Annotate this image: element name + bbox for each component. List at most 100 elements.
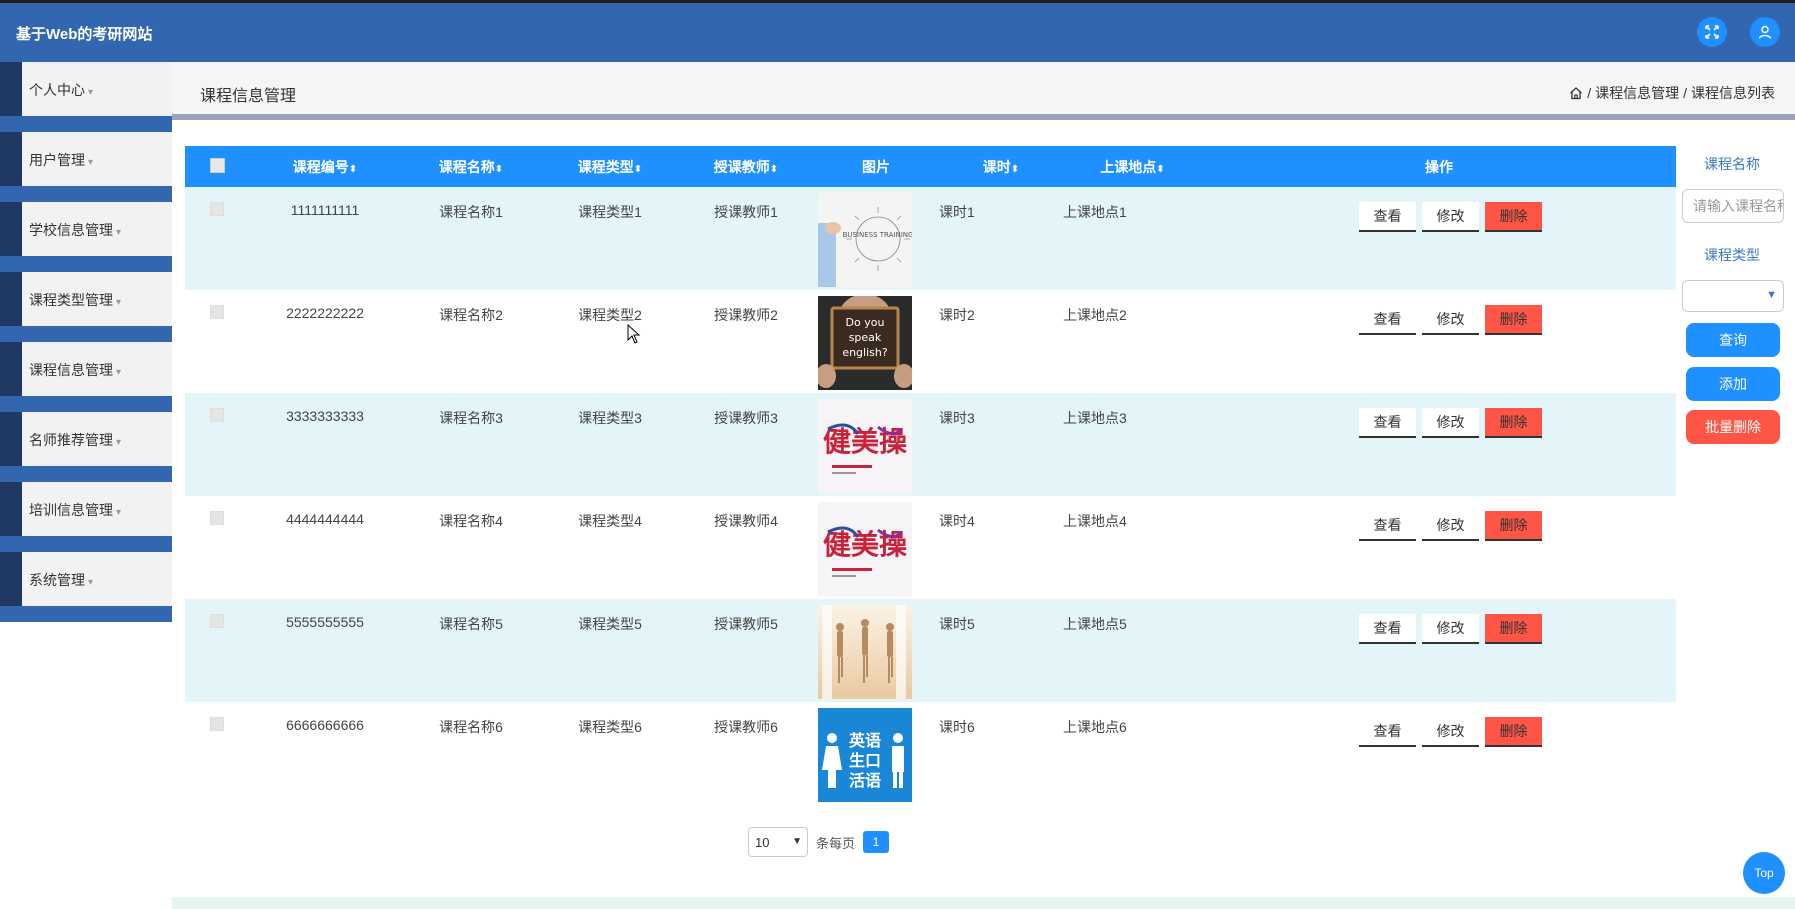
course-type-label: 课程类型 (1704, 247, 1760, 263)
page-size-value: 10 (755, 835, 770, 850)
view-button[interactable]: 查看 (1359, 305, 1416, 335)
chevron-down-icon: ▾ (88, 577, 94, 588)
cell-image (813, 599, 939, 702)
fullscreen-button[interactable] (1697, 17, 1727, 47)
svg-text:健美操: 健美操 (823, 425, 907, 458)
svg-text:speak: speak (849, 331, 882, 344)
delete-button[interactable]: 删除 (1485, 408, 1542, 438)
column-header[interactable]: 课程名称⬍ (401, 146, 541, 187)
sort-icon[interactable]: ⬍ (770, 164, 778, 175)
delete-button[interactable]: 删除 (1485, 202, 1542, 232)
edit-button[interactable]: 修改 (1422, 202, 1479, 232)
sort-icon[interactable]: ⬍ (1156, 164, 1164, 175)
cell-image: 健美操 (813, 496, 939, 599)
home-icon[interactable] (1569, 86, 1583, 100)
chevron-down-icon: ▾ (88, 87, 94, 98)
column-header[interactable]: 课时⬍ (939, 146, 1063, 187)
edit-button[interactable]: 修改 (1422, 408, 1479, 438)
edit-button[interactable]: 修改 (1422, 511, 1479, 541)
table-row: 2222222222 课程名称2 课程类型2 授课教师2 Do you spea… (185, 290, 1676, 393)
edit-button[interactable]: 修改 (1422, 614, 1479, 644)
edit-button[interactable]: 修改 (1422, 305, 1479, 335)
sidebar-item-system[interactable]: 系统管理 ▾ (22, 552, 172, 606)
delete-button[interactable]: 删除 (1485, 511, 1542, 541)
view-button[interactable]: 查看 (1359, 717, 1416, 747)
page-number-current[interactable]: 1 (863, 831, 890, 853)
cell-place: 上课地点4 (1063, 496, 1202, 599)
course-name-input[interactable]: 请输入课程名称 (1682, 189, 1784, 223)
table-row: 1111111111 课程名称1 课程类型1 授课教师1 BUSINESS TR… (185, 187, 1676, 290)
cell-course-id: 2222222222 (249, 290, 401, 393)
row-checkbox[interactable] (210, 511, 224, 525)
column-header[interactable]: 上课地点⬍ (1063, 146, 1202, 187)
course-name-label: 课程名称 (1704, 156, 1760, 172)
back-to-top-button[interactable]: Top (1743, 852, 1785, 894)
svg-text:BUSINESS TRAINING: BUSINESS TRAINING (843, 231, 912, 239)
menu-divider (0, 536, 172, 552)
course-thumbnail-calligraphy[interactable]: 健美操 (818, 399, 912, 493)
breadcrumb-item[interactable]: 课程信息管理 (1595, 83, 1679, 103)
sidebar-item-training-info[interactable]: 培训信息管理 ▾ (22, 482, 172, 536)
view-button[interactable]: 查看 (1359, 202, 1416, 232)
page-header: 课程信息管理 / 课程信息管理 / 课程信息列表 (172, 62, 1795, 114)
course-thumbnail-english-sign[interactable]: 英语 生口 活语 (818, 708, 912, 802)
sidebar-item-course-info[interactable]: 课程信息管理 ▾ (22, 342, 172, 396)
course-type-select[interactable]: ▼ (1682, 280, 1784, 312)
course-thumbnail-calligraphy[interactable]: 健美操 (818, 502, 912, 596)
row-checkbox[interactable] (210, 202, 224, 216)
view-button[interactable]: 查看 (1359, 511, 1416, 541)
query-button[interactable]: 查询 (1686, 323, 1780, 357)
sidebar-item-user-management[interactable]: 用户管理 ▾ (22, 132, 172, 186)
cell-actions: 查看 修改 删除 (1202, 393, 1676, 496)
menu-divider (0, 186, 172, 202)
view-button[interactable]: 查看 (1359, 408, 1416, 438)
delete-button[interactable]: 删除 (1485, 614, 1542, 644)
batch-delete-button[interactable]: 批量删除 (1686, 410, 1780, 444)
sort-icon[interactable]: ⬍ (1011, 164, 1019, 175)
sidebar-item-course-type[interactable]: 课程类型管理 ▾ (22, 272, 172, 326)
cell-course-name: 课程名称5 (401, 599, 541, 702)
title-underline (172, 114, 1795, 120)
sidebar-item-teacher-recommend[interactable]: 名师推荐管理 ▾ (22, 412, 172, 466)
course-table: 课程编号⬍ 课程名称⬍ 课程类型⬍ 授课教师⬍ 图片 课时⬍ 上课地点⬍ 操作 … (185, 146, 1676, 805)
cell-hours: 课时6 (939, 702, 1063, 805)
row-checkbox[interactable] (210, 614, 224, 628)
mouse-cursor-icon (627, 324, 641, 344)
sort-icon[interactable]: ⬍ (634, 164, 642, 175)
sort-icon[interactable]: ⬍ (495, 164, 503, 175)
page-size-select[interactable]: 10 ▼ (748, 827, 808, 857)
sidebar-item-label: 名师推荐管理 (29, 432, 113, 448)
cell-teacher: 授课教师3 (679, 393, 813, 496)
add-button[interactable]: 添加 (1686, 367, 1780, 401)
sort-icon[interactable]: ⬍ (349, 164, 357, 175)
view-button[interactable]: 查看 (1359, 614, 1416, 644)
cell-course-id: 4444444444 (249, 496, 401, 599)
top-bar: 基于Web的考研网站 (0, 0, 1795, 62)
cell-teacher: 授课教师1 (679, 187, 813, 290)
sidebar-item-personal-center[interactable]: 个人中心 ▾ (22, 62, 172, 116)
column-header[interactable]: 课程类型⬍ (541, 146, 679, 187)
cell-actions: 查看 修改 删除 (1202, 496, 1676, 599)
row-checkbox[interactable] (210, 305, 224, 319)
select-all-cell (185, 146, 249, 187)
page-size-suffix: 条每页 (816, 835, 856, 851)
edit-button[interactable]: 修改 (1422, 717, 1479, 747)
cell-image: Do you speak english? (813, 290, 939, 393)
course-thumbnail-speak-english[interactable]: Do you speak english? (818, 296, 912, 390)
column-header[interactable]: 课程编号⬍ (249, 146, 401, 187)
sidebar-item-label: 课程类型管理 (29, 292, 113, 308)
user-button[interactable] (1750, 17, 1780, 47)
delete-button[interactable]: 删除 (1485, 717, 1542, 747)
delete-button[interactable]: 删除 (1485, 305, 1542, 335)
select-all-checkbox[interactable] (209, 157, 225, 173)
row-checkbox[interactable] (210, 717, 224, 731)
cell-course-type: 课程类型2 (541, 290, 679, 393)
course-thumbnail-dancers[interactable] (818, 605, 912, 699)
course-thumbnail-business-training[interactable]: BUSINESS TRAINING (818, 193, 912, 287)
row-checkbox[interactable] (210, 408, 224, 422)
menu-divider (0, 326, 172, 342)
fullscreen-icon (1705, 25, 1719, 39)
sidebar-item-school-info[interactable]: 学校信息管理 ▾ (22, 202, 172, 256)
cell-actions: 查看 修改 删除 (1202, 187, 1676, 290)
column-header[interactable]: 授课教师⬍ (679, 146, 813, 187)
